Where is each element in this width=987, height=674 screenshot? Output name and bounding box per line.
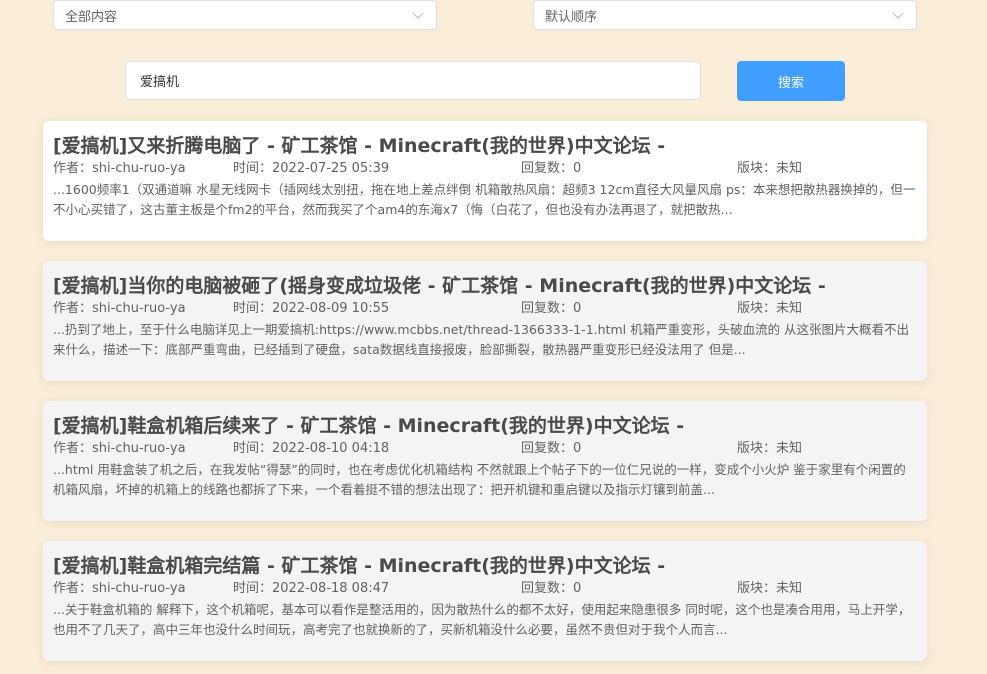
result-snippet: ...扔到了地上，至于什么电脑详见上一期爱搞机:https://www.mcbb… <box>53 322 910 357</box>
content-filter-value: 全部内容 <box>65 9 118 25</box>
result-time: 时间：2022-08-10 04:18 <box>233 441 390 456</box>
result-title[interactable]: [爱搞机]鞋盒机箱后续来了 - 矿工茶馆 - Minecraft(我的世界)中文… <box>53 413 917 439</box>
result-meta: 作者：shi-chu-ruo-ya 时间：2022-07-25 05:39 回复… <box>53 159 917 179</box>
chevron-down-icon <box>412 12 424 19</box>
sort-order-select[interactable]: 默认顺序 <box>533 0 917 30</box>
result-author: 作者：shi-chu-ruo-ya <box>53 161 186 176</box>
result-author: 作者：shi-chu-ruo-ya <box>53 581 186 596</box>
result-author: 作者：shi-chu-ruo-ya <box>53 441 186 456</box>
result-title[interactable]: [爱搞机]当你的电脑被砸了(摇身变成垃圾佬 - 矿工茶馆 - Minecraft… <box>53 273 917 299</box>
result-meta: 作者：shi-chu-ruo-ya 时间：2022-08-09 10:55 回复… <box>53 299 917 319</box>
result-card[interactable]: [爱搞机]当你的电脑被砸了(摇身变成垃圾佬 - 矿工茶馆 - Minecraft… <box>43 261 927 381</box>
result-author: 作者：shi-chu-ruo-ya <box>53 301 186 316</box>
chevron-down-icon <box>892 12 904 19</box>
result-card[interactable]: [爱搞机]鞋盒机箱完结篇 - 矿工茶馆 - Minecraft(我的世界)中文论… <box>43 541 927 661</box>
result-snippet: ...html 用鞋盒装了机之后，在我发帖“得瑟”的同时，也在考虑优化机箱结构 … <box>53 462 906 497</box>
result-snippet: ...关于鞋盒机箱的 解释下，这个机箱呢，基本可以看作是整活用的，因为散热什么的… <box>53 602 911 637</box>
result-time: 时间：2022-07-25 05:39 <box>233 161 390 176</box>
result-board: 版块：未知 <box>737 581 803 596</box>
search-button[interactable]: 搜索 <box>737 61 845 101</box>
result-board: 版块：未知 <box>737 441 803 456</box>
result-board: 版块：未知 <box>737 301 803 316</box>
result-card[interactable]: [爱搞机]鞋盒机箱后续来了 - 矿工茶馆 - Minecraft(我的世界)中文… <box>43 401 927 521</box>
result-snippet: ...1600频率1（双通道嘛 水星无线网卡（插网线太别扭，拖在地上差点绊倒 机… <box>53 182 916 217</box>
result-card[interactable]: [爱搞机]又来折腾电脑了 - 矿工茶馆 - Minecraft(我的世界)中文论… <box>43 121 927 241</box>
result-meta: 作者：shi-chu-ruo-ya 时间：2022-08-18 08:47 回复… <box>53 579 917 599</box>
result-meta: 作者：shi-chu-ruo-ya 时间：2022-08-10 04:18 回复… <box>53 439 917 459</box>
result-board: 版块：未知 <box>737 161 803 176</box>
search-input[interactable] <box>125 61 701 100</box>
result-replies: 回复数：0 <box>521 441 582 456</box>
result-title[interactable]: [爱搞机]又来折腾电脑了 - 矿工茶馆 - Minecraft(我的世界)中文论… <box>53 133 917 159</box>
sort-order-value: 默认顺序 <box>545 9 598 25</box>
result-replies: 回复数：0 <box>521 581 582 596</box>
result-replies: 回复数：0 <box>521 301 582 316</box>
result-title[interactable]: [爱搞机]鞋盒机箱完结篇 - 矿工茶馆 - Minecraft(我的世界)中文论… <box>53 553 917 579</box>
result-time: 时间：2022-08-09 10:55 <box>233 301 390 316</box>
result-time: 时间：2022-08-18 08:47 <box>233 581 390 596</box>
content-filter-select[interactable]: 全部内容 <box>53 0 437 30</box>
result-replies: 回复数：0 <box>521 161 582 176</box>
